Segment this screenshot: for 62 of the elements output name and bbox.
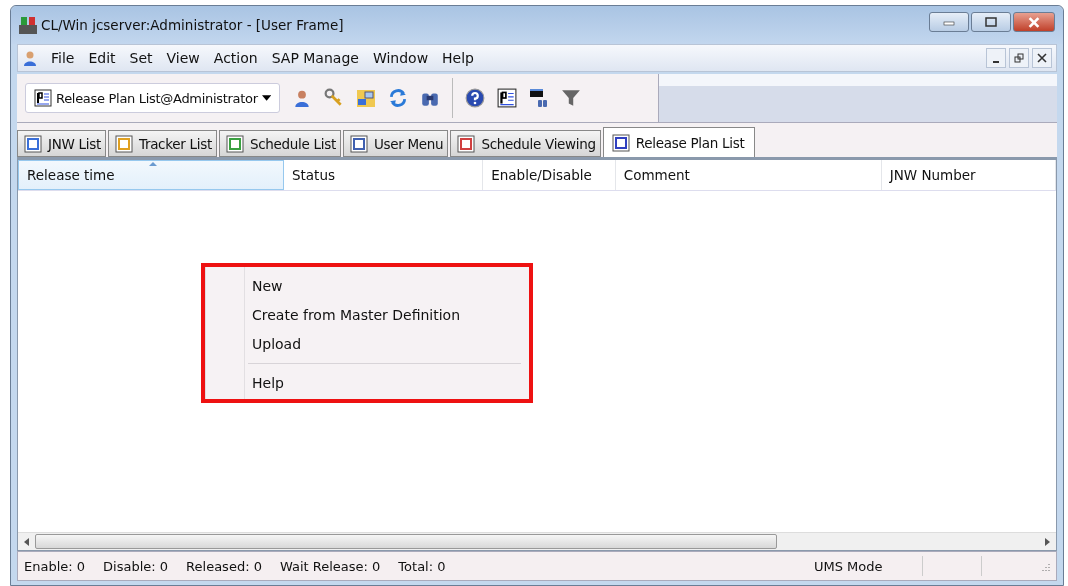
close-button[interactable] — [1013, 12, 1055, 32]
tab[interactable]: Schedule List — [218, 130, 341, 157]
tab[interactable]: JNW List — [17, 130, 106, 157]
close-icon — [1037, 53, 1047, 63]
release-plan-icon — [34, 89, 52, 107]
status-mode: UMS Mode — [814, 558, 884, 574]
key-icon[interactable] — [324, 88, 344, 108]
menu-item[interactable]: Set — [124, 50, 158, 66]
tab[interactable]: Release Plan List — [602, 127, 756, 157]
context-menu-item[interactable]: Create from Master Definition — [248, 300, 521, 329]
tab-icon — [114, 134, 133, 153]
sort-arrow-icon — [149, 162, 157, 166]
status-count: Released: 0 — [186, 558, 262, 574]
maximize-icon — [985, 17, 997, 27]
app-logo-icon — [19, 16, 37, 34]
status-count: Total: 0 — [398, 558, 446, 574]
dropdown-arrow-icon — [261, 95, 271, 101]
view-selector[interactable]: Release Plan List@Administrator — [25, 83, 280, 113]
computer-folder-icon[interactable] — [356, 88, 376, 108]
tab[interactable]: Schedule Viewing — [450, 130, 601, 157]
menu-item[interactable]: Help — [437, 50, 479, 66]
user-icon[interactable] — [292, 88, 312, 108]
context-menu-item[interactable]: New — [248, 271, 521, 300]
menu-item[interactable]: Edit — [83, 50, 121, 66]
help-icon[interactable] — [465, 88, 485, 108]
status-count: Wait Release: 0 — [279, 558, 381, 574]
resize-grip-icon[interactable] — [1040, 561, 1050, 571]
maximize-button[interactable] — [971, 12, 1011, 32]
menu-item[interactable]: Window — [367, 50, 434, 66]
tab-icon — [611, 133, 630, 152]
tab-icon — [225, 134, 244, 153]
menu-item[interactable]: Action — [208, 50, 263, 66]
tab[interactable]: Tracker List — [107, 130, 217, 157]
horizontal-scrollbar[interactable] — [18, 532, 1056, 550]
scrollbar-thumb[interactable] — [35, 534, 777, 549]
mdi-minimize-button[interactable] — [986, 48, 1006, 68]
column-header[interactable]: Release time — [18, 160, 284, 190]
mdi-close-button[interactable] — [1032, 48, 1052, 68]
close-icon — [1027, 16, 1041, 28]
minimize-icon — [993, 60, 999, 63]
menu-item[interactable]: SAP Manage — [266, 50, 364, 66]
status-count: Disable: 0 — [103, 558, 169, 574]
restore-icon — [1014, 53, 1024, 63]
mdi-restore-button[interactable] — [1009, 48, 1029, 68]
refresh-icon[interactable] — [388, 88, 408, 108]
context-menu-item[interactable]: Help — [248, 368, 521, 397]
release-plan-icon[interactable] — [497, 88, 517, 108]
filter-icon[interactable] — [561, 88, 581, 108]
scroll-left-icon[interactable] — [24, 537, 29, 546]
tab-icon — [24, 134, 42, 153]
minimize-icon — [943, 18, 955, 26]
context-menu-item[interactable]: Upload — [248, 329, 521, 358]
user-icon — [22, 50, 38, 66]
menu-item[interactable]: File — [46, 50, 80, 66]
window-title: CL/Win jcserver:Administrator - [User Frame] — [41, 17, 344, 33]
tab[interactable]: User Menu — [342, 130, 449, 157]
tab-icon — [349, 134, 368, 153]
status-count: Enable: 0 — [24, 558, 86, 574]
scroll-right-icon[interactable] — [1045, 537, 1050, 546]
tab-icon — [457, 134, 476, 153]
menu-item[interactable]: View — [161, 50, 205, 66]
minimize-button[interactable] — [929, 12, 969, 32]
